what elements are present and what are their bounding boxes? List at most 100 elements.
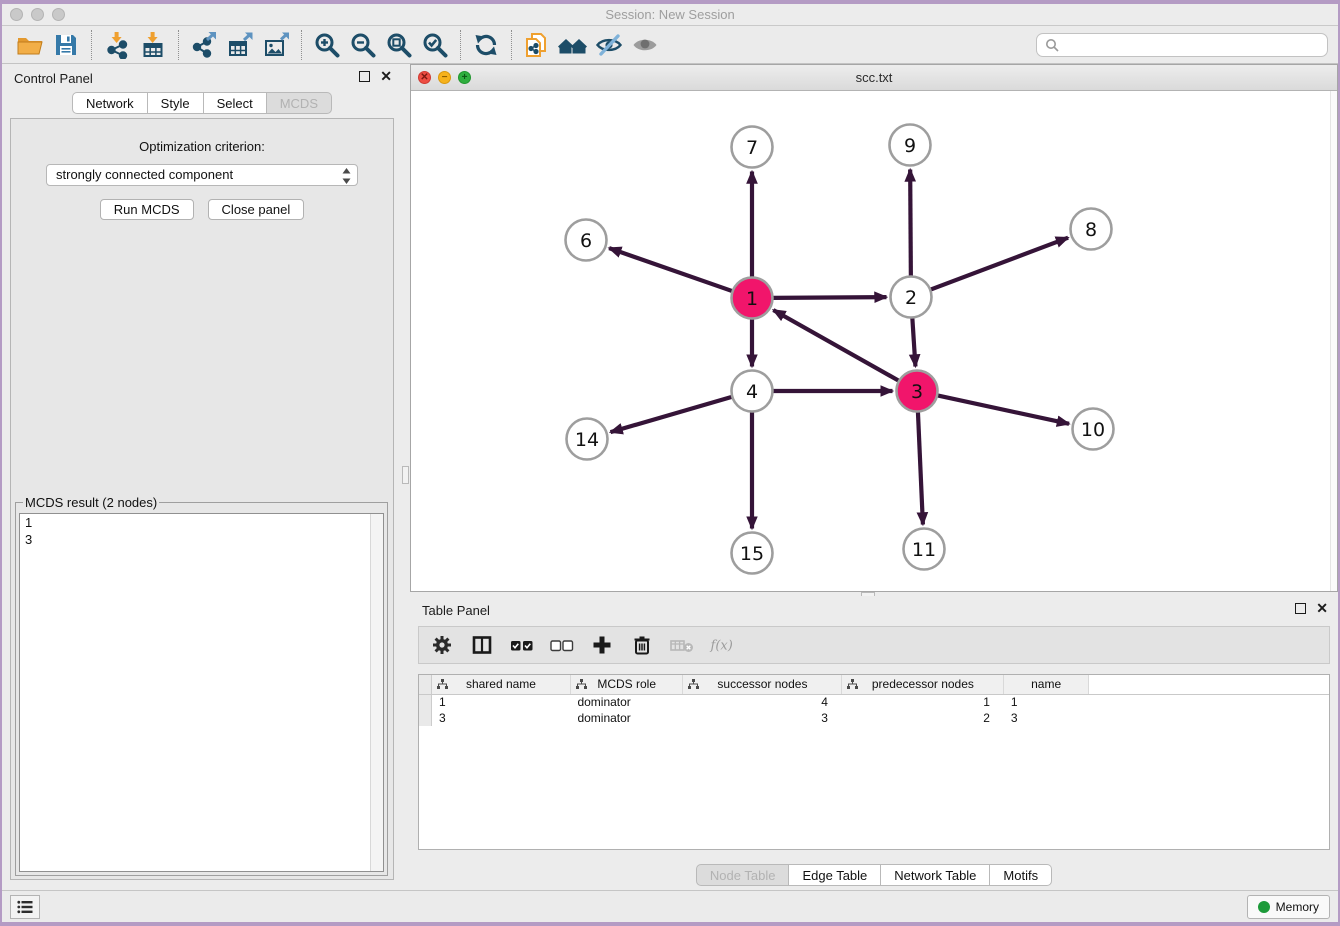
panel-splitter[interactable] — [402, 64, 410, 890]
network-vscrollbar[interactable] — [1330, 91, 1337, 591]
select-all-columns-button[interactable] — [509, 632, 535, 658]
split-columns-button[interactable] — [469, 632, 495, 658]
tab-network-table[interactable]: Network Table — [881, 864, 990, 886]
cell-name[interactable]: 3 — [1004, 710, 1088, 726]
row-gutter — [419, 675, 432, 694]
show-all-button[interactable] — [627, 29, 663, 61]
export-network-button[interactable] — [186, 29, 222, 61]
close-panel-icon[interactable]: ✕ — [380, 71, 392, 82]
graph-node-1[interactable]: 1 — [732, 278, 773, 319]
tab-node-table[interactable]: Node Table — [696, 864, 790, 886]
close-panel-icon[interactable]: ✕ — [1316, 603, 1328, 614]
mcds-result-scrollbar[interactable] — [370, 514, 383, 871]
column-header-predecessor-nodes[interactable]: predecessor nodes — [842, 675, 1004, 694]
graph-edge-1-2[interactable] — [773, 297, 887, 298]
graph-edge-2-9[interactable] — [910, 169, 911, 276]
column-header-mcds-role[interactable]: MCDS role — [570, 675, 683, 694]
tab-edge-table[interactable]: Edge Table — [789, 864, 881, 886]
cell-shared-name[interactable]: 1 — [432, 694, 571, 710]
add-column-button[interactable] — [589, 632, 615, 658]
cell-successor-nodes[interactable]: 4 — [683, 694, 842, 710]
graph-edge-2-8[interactable] — [931, 238, 1068, 290]
export-image-button[interactable] — [258, 29, 294, 61]
graph-node-3[interactable]: 3 — [897, 371, 938, 412]
graph-edge-3-1[interactable] — [773, 310, 898, 381]
cell-mcds-role[interactable]: dominator — [570, 694, 683, 710]
import-table-button[interactable] — [135, 29, 171, 61]
search-field[interactable] — [1036, 33, 1328, 57]
graph-node-7[interactable]: 7 — [732, 127, 773, 168]
graph-node-label: 8 — [1085, 219, 1097, 241]
graph-node-15[interactable]: 15 — [732, 533, 773, 574]
right-column: ✕ − + scc.txt 7961284310141511 Table Pan… — [410, 64, 1338, 890]
table-row[interactable]: 1dominator411 — [419, 694, 1329, 710]
graph-edge-3-11[interactable] — [918, 412, 923, 525]
search-input[interactable] — [1065, 38, 1319, 52]
cell-predecessor-nodes[interactable]: 2 — [842, 710, 1004, 726]
cell-successor-nodes[interactable]: 3 — [683, 710, 842, 726]
zoom-out-icon — [349, 31, 377, 59]
close-panel-button[interactable]: Close panel — [208, 199, 305, 220]
zoom-in-button[interactable] — [309, 29, 345, 61]
table-settings-button[interactable] — [429, 632, 455, 658]
graph-node-4[interactable]: 4 — [732, 371, 773, 412]
table-row[interactable]: 3dominator323 — [419, 710, 1329, 726]
network-titlebar[interactable]: ✕ − + scc.txt — [411, 65, 1337, 91]
column-header-successor-nodes[interactable]: successor nodes — [683, 675, 842, 694]
graph-node-2[interactable]: 2 — [891, 277, 932, 318]
graph-node-14[interactable]: 14 — [567, 419, 608, 460]
tab-motifs[interactable]: Motifs — [990, 864, 1052, 886]
cell-shared-name[interactable]: 3 — [432, 710, 571, 726]
tab-style[interactable]: Style — [148, 92, 204, 114]
clone-network-button[interactable] — [519, 29, 555, 61]
refresh-view-button[interactable] — [468, 29, 504, 61]
export-table-button[interactable] — [222, 29, 258, 61]
graph-node-11[interactable]: 11 — [904, 529, 945, 570]
zoom-selected-button[interactable] — [417, 29, 453, 61]
graph-edge-1-6[interactable] — [609, 248, 732, 291]
open-session-button[interactable] — [12, 29, 48, 61]
first-neighbors-button[interactable] — [555, 29, 591, 61]
graph-edge-2-3[interactable] — [912, 318, 915, 367]
graph-node-9[interactable]: 9 — [890, 125, 931, 166]
graph-node-label: 4 — [746, 381, 758, 403]
tab-mcds[interactable]: MCDS — [267, 92, 332, 114]
cell-name[interactable]: 1 — [1004, 694, 1088, 710]
task-history-button[interactable] — [10, 895, 40, 919]
function-builder-button[interactable]: f(x) — [709, 632, 735, 658]
column-header-name[interactable]: name — [1004, 675, 1088, 694]
graph-node-8[interactable]: 8 — [1071, 209, 1112, 250]
graph-edge-3-10[interactable] — [938, 395, 1070, 423]
sort-tree-icon — [847, 679, 858, 690]
tab-network[interactable]: Network — [72, 92, 148, 114]
import-network-button[interactable] — [99, 29, 135, 61]
memory-button[interactable]: Memory — [1247, 895, 1330, 919]
memory-status-dot — [1258, 901, 1270, 913]
import-network-icon — [103, 31, 131, 59]
hide-selected-button[interactable] — [591, 29, 627, 61]
graph-edge-4-14[interactable] — [611, 397, 732, 432]
delete-columns-button[interactable] — [629, 632, 655, 658]
table-toolbar: f(x) — [418, 626, 1330, 664]
deselect-all-columns-button[interactable] — [549, 632, 575, 658]
cell-predecessor-nodes[interactable]: 1 — [842, 694, 1004, 710]
optimization-criterion-select[interactable]: strongly connected component — [46, 164, 358, 186]
mcds-result-list[interactable]: 13 — [19, 513, 384, 872]
network-title: scc.txt — [411, 70, 1337, 85]
tab-select[interactable]: Select — [204, 92, 267, 114]
control-panel: Control Panel ✕ NetworkStyleSelectMCDS O… — [2, 64, 402, 890]
run-mcds-button[interactable]: Run MCDS — [100, 199, 194, 220]
zoom-fit-button[interactable] — [381, 29, 417, 61]
splitter-grip[interactable] — [402, 466, 409, 484]
column-header-shared-name[interactable]: shared name — [432, 675, 571, 694]
zoom-out-button[interactable] — [345, 29, 381, 61]
graph-node-6[interactable]: 6 — [566, 220, 607, 261]
graph-node-10[interactable]: 10 — [1073, 409, 1114, 450]
cell-mcds-role[interactable]: dominator — [570, 710, 683, 726]
float-panel-icon[interactable] — [1295, 603, 1306, 614]
save-session-button[interactable] — [48, 29, 84, 61]
refresh-icon — [472, 31, 500, 59]
float-panel-icon[interactable] — [359, 71, 370, 82]
network-canvas[interactable]: 7961284310141511 — [411, 91, 1337, 591]
delete-table-button[interactable] — [669, 632, 695, 658]
